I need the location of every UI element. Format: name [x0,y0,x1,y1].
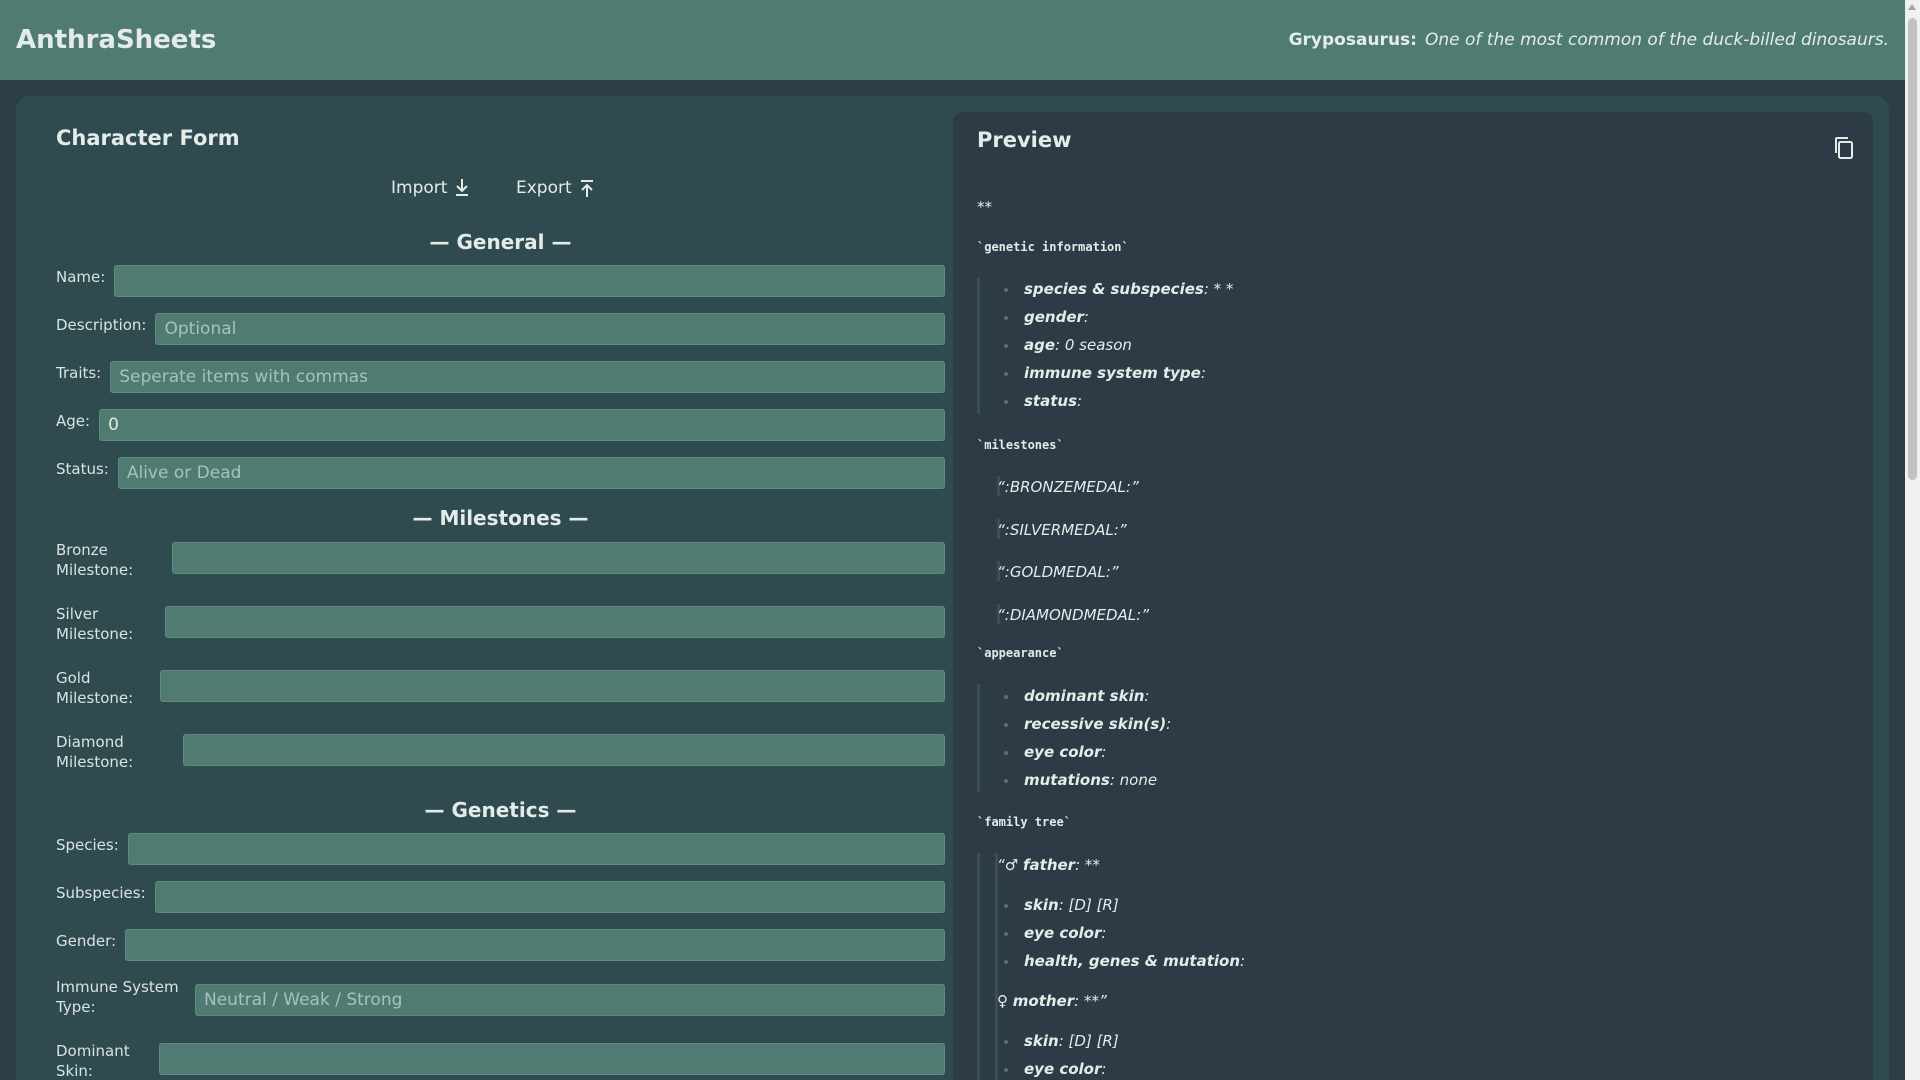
milestone-quote: “:SILVERMEDAL:” [997,521,1127,539]
description-input[interactable] [155,313,945,345]
appearance-heading: `appearance` [977,646,1064,660]
appearance-item: dominant skin: [1003,687,1150,705]
dominant-skin-field-row: Dominant Skin: [56,1041,945,1080]
milestone-quote: “:GOLDMEDAL:” [997,563,1119,581]
genetic-item: gender: [1004,308,1089,326]
father-line: “♂ father: ** [997,856,1100,874]
milestone-quote: “:DIAMONDMEDAL:” [997,606,1149,624]
status-label: Status: [56,460,109,478]
traits-input[interactable] [110,361,945,393]
section-genetics-title: — Genetics — [424,798,577,822]
bronze-field-row: Bronze Milestone: [56,540,945,580]
app-header: AnthraSheets Gryposaurus: One of the most… [0,0,1905,80]
gender-label: Gender: [56,932,117,950]
preview-panel: Preview ** `genetic information` species… [953,112,1873,1080]
milestones-heading: `milestones` [977,438,1064,452]
mother-item: eye color: [1003,1060,1107,1078]
species-input[interactable] [127,833,945,865]
export-button[interactable]: Export [516,178,596,198]
import-button[interactable]: Import [391,178,471,198]
brand-logo[interactable]: AnthraSheets [16,25,216,55]
family-heading: `family tree` [977,815,1071,829]
milestone-quote: “:BRONZEMEDAL:” [997,478,1139,496]
section-general-title: — General — [429,230,572,254]
traits-label: Traits: [56,364,102,382]
genetic-item: status: [1003,392,1083,410]
page-scrollbar[interactable] [1905,0,1920,1080]
silver-milestone-input[interactable] [165,606,945,638]
traits-field-row: Traits: [56,361,945,393]
appearance-item: mutations: none [1003,771,1158,789]
name-input[interactable] [114,265,945,297]
name-field-row: Name: [56,265,945,297]
dino-fact-name: Gryposaurus: [1288,30,1417,50]
immune-label: Immune System Type: [56,978,179,1016]
immune-field-row: Immune System Type: [56,977,945,1017]
download-icon [456,179,469,196]
age-field-row: Age: [56,409,945,441]
appearance-item: recessive skin(s): [1003,715,1172,733]
dino-fact-text: One of the most common of the duck-bille… [1424,30,1889,50]
age-label: Age: [56,412,91,430]
gender-input[interactable] [125,929,945,961]
copy-icon[interactable] [1833,136,1855,160]
diamond-label: Diamond Milestone: [56,733,134,771]
dominant-skin-input[interactable] [159,1043,945,1075]
import-label: Import [391,178,448,198]
bronze-label: Bronze Milestone: [56,541,134,579]
import-export-row: Import Export [56,178,945,204]
appearance-item: eye color: [1003,743,1107,761]
diamond-milestone-input[interactable] [183,734,945,766]
section-milestones-title: — Milestones — [412,506,589,530]
export-label: Export [516,178,572,198]
status-input[interactable] [117,457,945,489]
genetic-quote-bar [977,278,980,414]
gender-field-row: Gender: [56,929,945,961]
species-field-row: Species: [56,833,945,865]
family-inner-bar [995,853,998,1080]
scroll-up-icon[interactable] [1908,4,1916,10]
mother-line: ♀ mother: **” [997,992,1107,1010]
scrollbar-thumb[interactable] [1908,18,1917,480]
genetic-heading: `genetic information` [977,240,1129,254]
father-item: eye color: [1003,924,1107,942]
silver-label: Silver Milestone: [56,605,134,643]
description-field-row: Description: [56,313,945,345]
description-label: Description: [56,316,147,334]
gold-milestone-input[interactable] [160,670,945,702]
subspecies-input[interactable] [154,881,945,913]
upload-icon [580,180,593,197]
immune-system-input[interactable] [195,984,945,1016]
dominant-skin-label: Dominant Skin: [56,1042,130,1080]
father-item: health, genes & mutation: [1003,952,1246,970]
family-quote-bar [977,853,980,1080]
status-field-row: Status: [56,457,945,489]
species-label: Species: [56,836,119,854]
dino-fact: Gryposaurus: One of the most common of th… [1289,30,1889,50]
genetic-item: age: 0 season [1004,336,1132,354]
diamond-field-row: Diamond Milestone: [56,732,945,772]
preview-top-line: ** [977,198,992,216]
form-title: Character Form [56,126,240,150]
appearance-quote-bar [977,684,980,792]
age-input[interactable] [99,409,945,441]
genetic-item: immune system type: [1004,364,1206,382]
subspecies-field-row: Subspecies: [56,881,945,913]
genetic-item: species & subspecies: * * [1003,280,1234,298]
main-container: Character Form Import Export — General —… [16,96,1889,1080]
subspecies-label: Subspecies: [56,884,146,902]
gold-label: Gold Milestone: [56,669,134,707]
gold-field-row: Gold Milestone: [56,668,945,708]
bronze-milestone-input[interactable] [172,542,945,574]
silver-field-row: Silver Milestone: [56,604,945,644]
father-item: skin: [D] [R] [1004,896,1119,914]
name-label: Name: [56,268,106,286]
preview-title: Preview [977,128,1072,152]
mother-item: skin: [D] [R] [1004,1032,1119,1050]
